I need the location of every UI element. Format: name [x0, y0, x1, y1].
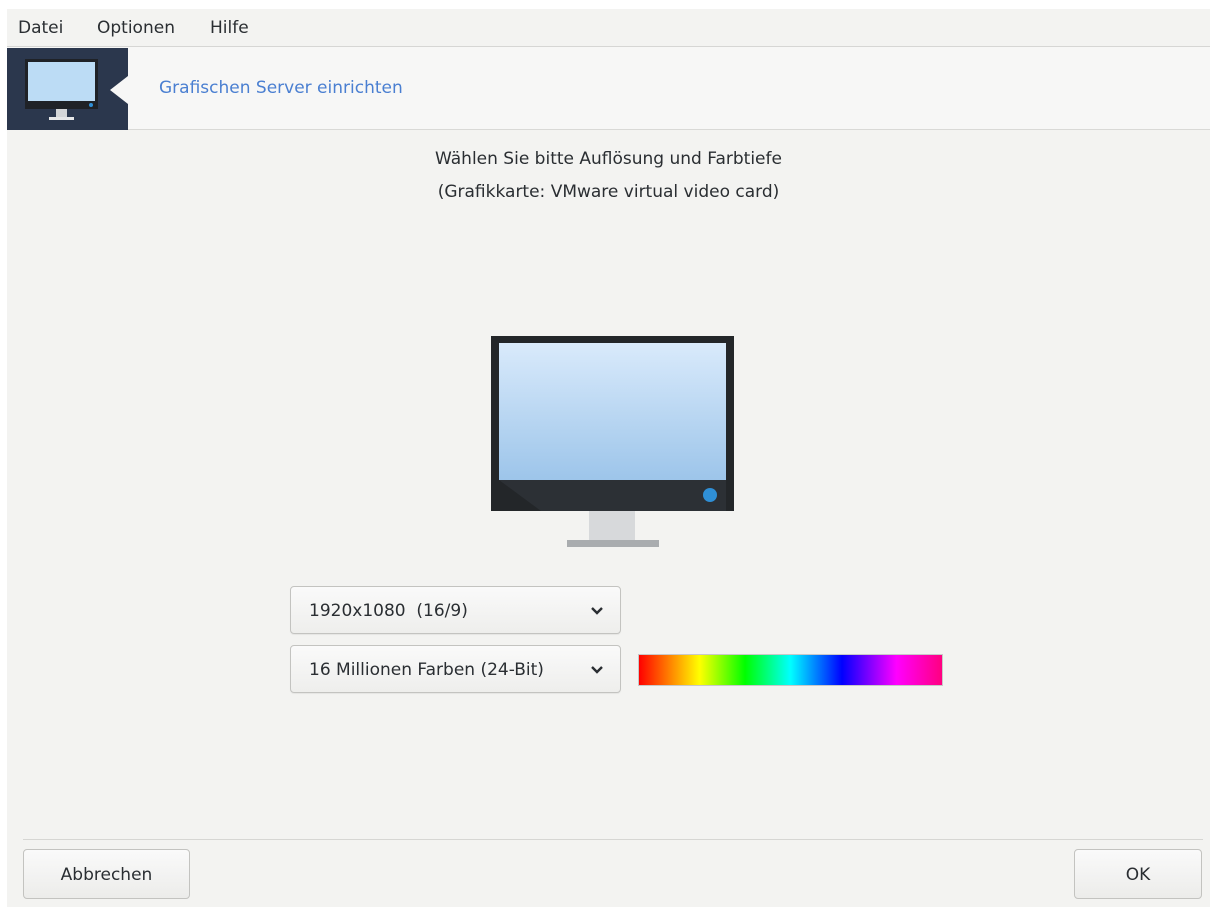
ok-button[interactable]: OK: [1074, 849, 1202, 899]
header-banner: Grafischen Server einrichten: [7, 47, 1210, 130]
resolution-select[interactable]: 1920x1080 (16/9): [290, 586, 621, 634]
prompt-line-1: Wählen Sie bitte Auflösung und Farbtiefe: [435, 149, 782, 169]
color-depth-value: 16 Millionen Farben (24-Bit): [309, 660, 544, 680]
banner-icon-container: [7, 48, 128, 130]
color-spectrum-preview: [638, 654, 943, 686]
menu-datei[interactable]: Datei: [18, 18, 63, 38]
menu-bar: Datei Optionen Hilfe: [7, 9, 1210, 47]
chevron-down-icon: [591, 666, 603, 674]
menu-optionen[interactable]: Optionen: [97, 18, 175, 38]
large-monitor-icon: [491, 336, 734, 547]
color-depth-select[interactable]: 16 Millionen Farben (24-Bit): [290, 645, 621, 693]
footer-separator: [23, 839, 1203, 840]
banner-title: Grafischen Server einrichten: [159, 78, 403, 98]
resolution-value: 1920x1080 (16/9): [309, 601, 468, 621]
main-window: Datei Optionen Hilfe Grafischen Server e…: [7, 9, 1210, 907]
menu-hilfe[interactable]: Hilfe: [210, 18, 249, 38]
cancel-button[interactable]: Abbrechen: [23, 849, 190, 899]
prompt-line-2: (Grafikkarte: VMware virtual video card): [437, 182, 780, 202]
banner-notch: [110, 76, 128, 104]
chevron-down-icon: [591, 607, 603, 615]
